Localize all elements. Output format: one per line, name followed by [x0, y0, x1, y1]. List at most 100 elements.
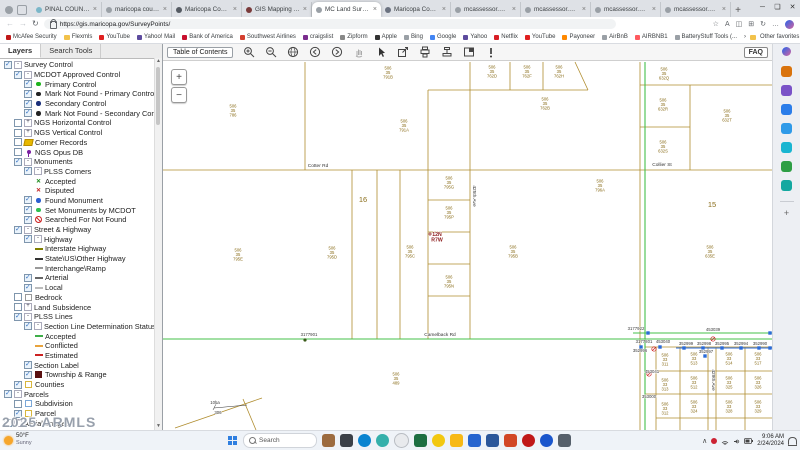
layer-tree-item[interactable]: -Highway: [0, 234, 155, 244]
warning-icon[interactable]: [484, 46, 497, 59]
selected-survey-point-marker[interactable]: [739, 346, 742, 349]
layer-checkbox[interactable]: [14, 226, 22, 234]
overview-icon[interactable]: [462, 46, 475, 59]
layer-tree-item[interactable]: Estimated: [0, 351, 155, 361]
layer-checkbox[interactable]: [24, 167, 32, 175]
mcafee-icon[interactable]: [522, 434, 535, 447]
minimize-button[interactable]: ─: [755, 0, 770, 14]
layer-tree-item[interactable]: +NGS Vertical Control: [0, 128, 155, 138]
favorites-overflow-icon[interactable]: ›: [744, 34, 746, 40]
layer-checkbox[interactable]: [4, 390, 12, 398]
tree-expander-icon[interactable]: -: [24, 226, 32, 234]
favorite-item[interactable]: YouTube: [99, 34, 130, 40]
layer-tree-item[interactable]: Bedrock: [0, 293, 155, 303]
dark-files-app-icon[interactable]: [340, 434, 353, 447]
tab-close-icon[interactable]: ×: [722, 6, 726, 13]
scroll-up-icon[interactable]: ▲: [155, 58, 162, 65]
battery-icon[interactable]: [744, 438, 753, 444]
favorite-item[interactable]: craigslist: [303, 34, 333, 40]
layer-tree-item[interactable]: -Survey Control: [0, 60, 155, 70]
tray-mcafee-icon[interactable]: [711, 438, 717, 444]
layer-checkbox[interactable]: [14, 129, 22, 137]
layer-tree-item[interactable]: Subdivision: [0, 399, 155, 409]
layer-tree-item[interactable]: Set Monuments by MCDOT: [0, 205, 155, 215]
layer-tree-item[interactable]: Searched For Not Found: [0, 215, 155, 225]
layer-tree-item[interactable]: Arterial: [0, 273, 155, 283]
selected-survey-point-marker[interactable]: [720, 346, 723, 349]
tree-expander-icon[interactable]: -: [24, 313, 32, 321]
tree-expander-icon[interactable]: +: [24, 303, 32, 311]
notifications-bell-icon[interactable]: [788, 437, 797, 445]
browser-tab[interactable]: Maricopa Count...×: [172, 2, 242, 17]
browser-tab[interactable]: PINAL COUNTY×: [32, 2, 102, 17]
layer-tree-item[interactable]: ✕Accepted: [0, 176, 155, 186]
zoom-in-button[interactable]: +: [171, 69, 187, 85]
profile-icon[interactable]: [5, 6, 13, 14]
next-extent-icon[interactable]: [330, 46, 343, 59]
layer-checkbox[interactable]: [24, 196, 32, 204]
tab-close-icon[interactable]: ×: [652, 6, 656, 13]
layer-tree-item[interactable]: Mark Not Found - Secondary Control: [0, 108, 155, 118]
map-canvas[interactable]: text{font-family:"Liberation Sans",sans-…: [163, 61, 772, 430]
split-screen-icon[interactable]: ◫: [736, 20, 743, 28]
layer-checkbox[interactable]: [24, 216, 32, 224]
snipping-tool-icon[interactable]: [558, 434, 571, 447]
tab-search-tools[interactable]: Search Tools: [41, 44, 101, 58]
table-of-contents-button[interactable]: Table of Contents: [167, 47, 233, 58]
other-favorites-label[interactable]: Other favorites: [760, 34, 799, 40]
selected-survey-point-marker[interactable]: [682, 346, 685, 349]
zoom-out-icon[interactable]: [264, 46, 277, 59]
browser-tab[interactable]: GIS Mapping Ap...×: [242, 2, 312, 17]
tree-app-icon[interactable]: [781, 161, 792, 172]
zoom-out-button[interactable]: −: [171, 87, 187, 103]
layer-checkbox[interactable]: [14, 381, 22, 389]
layer-tree-item[interactable]: Township & Range: [0, 370, 155, 380]
tree-expander-icon[interactable]: -: [34, 167, 42, 175]
layer-checkbox[interactable]: [4, 419, 12, 427]
layer-tree-item[interactable]: Interchange\Ramp: [0, 263, 155, 273]
layer-tree-item[interactable]: -PLSS Corners: [0, 167, 155, 177]
powerpoint-icon[interactable]: [504, 434, 517, 447]
history-icon[interactable]: ↻: [760, 20, 766, 28]
close-button[interactable]: ✕: [785, 0, 800, 14]
layer-tree-item[interactable]: -Monuments: [0, 157, 155, 167]
tree-expander-icon[interactable]: -: [24, 158, 32, 166]
new-tab-button[interactable]: +: [731, 3, 745, 17]
tab-close-icon[interactable]: ×: [93, 6, 97, 13]
print-icon[interactable]: [418, 46, 431, 59]
shopping-app-icon[interactable]: [781, 66, 792, 77]
layer-tree-item[interactable]: -Parcels: [0, 389, 155, 399]
word-icon[interactable]: [486, 434, 499, 447]
tab-close-icon[interactable]: ×: [373, 6, 377, 13]
browser-tab[interactable]: mcassessor.mari...×: [591, 2, 661, 17]
designer-app-icon[interactable]: [781, 104, 792, 115]
browser-tab[interactable]: MC Land Survey×: [312, 2, 381, 17]
layer-checkbox[interactable]: [14, 313, 22, 321]
selected-survey-point-marker[interactable]: [703, 354, 706, 357]
select-icon[interactable]: [374, 46, 387, 59]
full-extent-icon[interactable]: [286, 46, 299, 59]
wifi-icon[interactable]: [721, 438, 729, 445]
tree-expander-icon[interactable]: -: [34, 235, 42, 243]
favorite-item[interactable]: Yahoo: [463, 34, 487, 40]
layer-tree-item[interactable]: Conflicted: [0, 341, 155, 351]
url-field[interactable]: https://gis.maricopa.gov/SurveyPoints/: [44, 19, 616, 29]
layer-tree-item[interactable]: Mark Not Found - Primary Control: [0, 89, 155, 99]
layer-checkbox[interactable]: [24, 100, 32, 108]
favorite-item[interactable]: Yahoo! Mail: [137, 34, 175, 40]
forward-icon[interactable]: →: [19, 19, 27, 29]
bing-search-icon[interactable]: [540, 434, 553, 447]
sidebar-add-icon[interactable]: +: [784, 208, 789, 218]
start-button[interactable]: [228, 436, 238, 446]
layer-tree-item[interactable]: State\US\Other Highway: [0, 254, 155, 264]
layer-checkbox[interactable]: [4, 61, 12, 69]
tab-layers[interactable]: Layers: [0, 44, 41, 58]
tab-close-icon[interactable]: ×: [233, 6, 237, 13]
zoom-in-icon[interactable]: [242, 46, 255, 59]
taskbar-clock[interactable]: 9:06 AM 2/24/2024: [757, 434, 784, 448]
layer-tree-item[interactable]: +NGS Horizontal Control: [0, 118, 155, 128]
tree-expander-icon[interactable]: +: [24, 129, 32, 137]
settings-ellipsis-icon[interactable]: …: [772, 21, 779, 28]
slash-tool-icon[interactable]: [394, 433, 409, 448]
layer-tree-item[interactable]: Accepted: [0, 331, 155, 341]
